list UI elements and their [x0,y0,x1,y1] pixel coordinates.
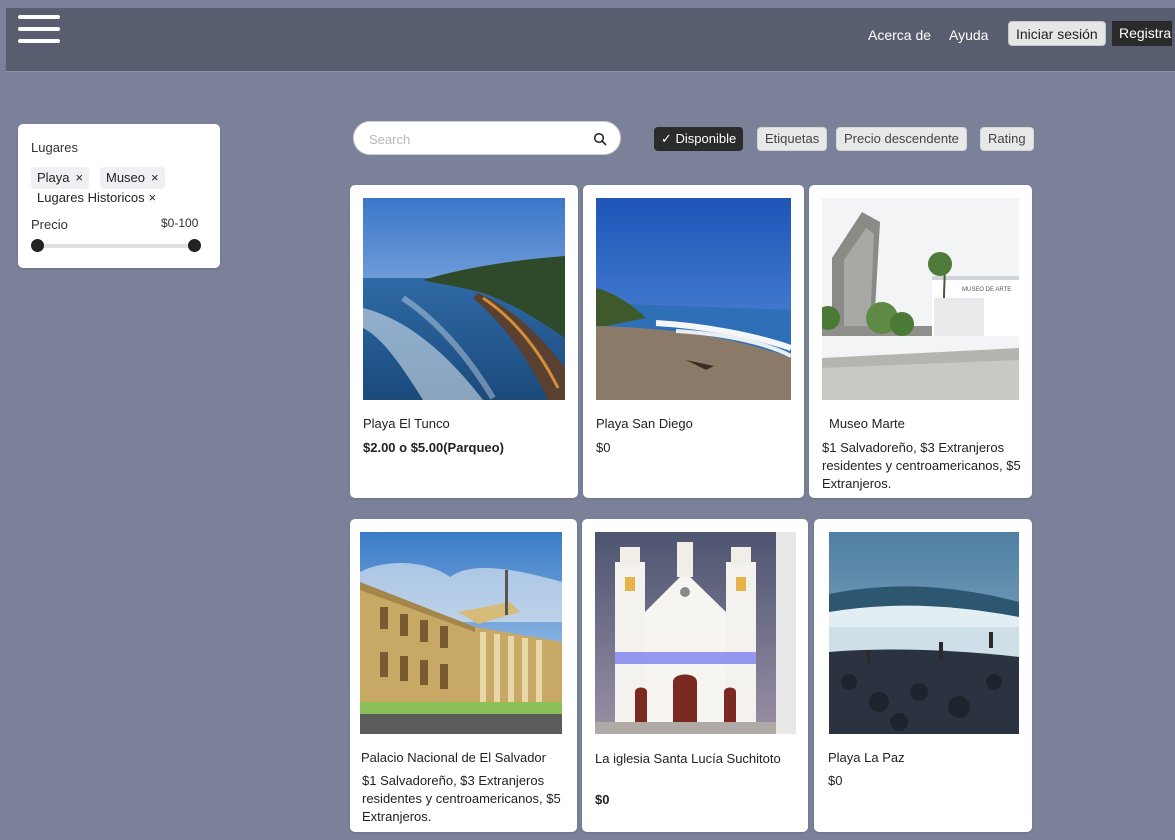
place-price: $0 [595,792,610,807]
remove-chip-icon[interactable]: × [151,170,159,185]
place-image-palacio-nacional [360,532,562,734]
rating-filter-button[interactable]: Rating [980,127,1034,151]
sort-price-desc-button[interactable]: Precio descendente [836,127,967,151]
available-filter-button[interactable]: ✓ Disponible [654,127,744,151]
museum-sign: MUSEO DE ARTE [962,287,1011,293]
place-image-el-tunco [363,198,565,400]
price-slider-max-handle[interactable] [188,239,201,252]
register-button[interactable]: Registrarse [1112,21,1172,46]
place-price: $1 Salvadoreño, $3 Extranjeros residente… [822,440,1021,491]
place-name: Museo Marte [829,416,905,431]
available-label: Disponible [675,131,737,146]
chip-museo: Museo × [100,167,165,189]
price-range-value: $0-100 [161,216,199,230]
search-icon[interactable] [593,132,607,146]
place-card[interactable]: Playa La Paz $0 [814,519,1032,832]
place-name: Playa San Diego [596,416,693,431]
place-name: Playa La Paz [828,750,905,765]
place-price: $0 [596,440,611,455]
chip-label: Playa [37,170,70,185]
chip-playa: Playa × [31,167,90,189]
top-bar [6,8,1175,72]
place-card[interactable]: Playa San Diego $0 [583,185,804,498]
place-name: Palacio Nacional de El Salvador [361,750,546,765]
nav-help-link[interactable]: Ayuda [949,27,988,43]
place-image-santa-lucia [595,532,796,734]
place-card[interactable]: Playa El Tunco $2.00 o $5.00(Parqueo) [350,185,578,498]
search-box [353,121,621,155]
place-card[interactable]: La iglesia Santa Lucía Suchitoto $0 [582,519,808,832]
filter-title: Lugares [31,140,78,155]
place-card[interactable]: Palacio Nacional de El Salvador $1 Salva… [350,519,577,832]
price-slider-min-handle[interactable] [31,239,44,252]
nav-about-link[interactable]: Acerca de [868,27,931,43]
place-name: Playa El Tunco [363,416,450,431]
place-image-la-paz [829,532,1019,734]
filter-panel: Lugares Playa × Museo × Lugares Historicos… [18,124,220,268]
tags-filter-button[interactable]: Etiquetas [757,127,828,151]
chip-lugares-historicos: Lugares Historicos × [31,187,162,209]
place-card[interactable]: MUSEO DE ARTE Museo Marte $1 Salvadoreño… [809,185,1032,498]
hamburger-menu-icon[interactable] [18,15,60,45]
chip-label: Lugares Historicos [37,190,145,205]
price-slider-track[interactable] [36,244,194,248]
place-price: $2.00 o $5.00(Parqueo) [363,440,504,455]
place-image-museo-marte: MUSEO DE ARTE [822,198,1019,400]
login-button[interactable]: Iniciar sesión [1008,21,1106,46]
place-name: La iglesia Santa Lucía Suchitoto [595,751,781,766]
search-input[interactable] [367,129,591,149]
remove-chip-icon[interactable]: × [76,170,84,185]
chip-label: Museo [106,170,146,185]
price-label: Precio [31,217,68,232]
place-price: $0 [828,773,843,788]
place-price: $1 Salvadoreño, $3 Extranjeros residente… [362,773,561,824]
remove-chip-icon[interactable]: × [149,190,157,205]
place-image-san-diego [596,198,791,400]
check-icon: ✓ [661,131,672,146]
